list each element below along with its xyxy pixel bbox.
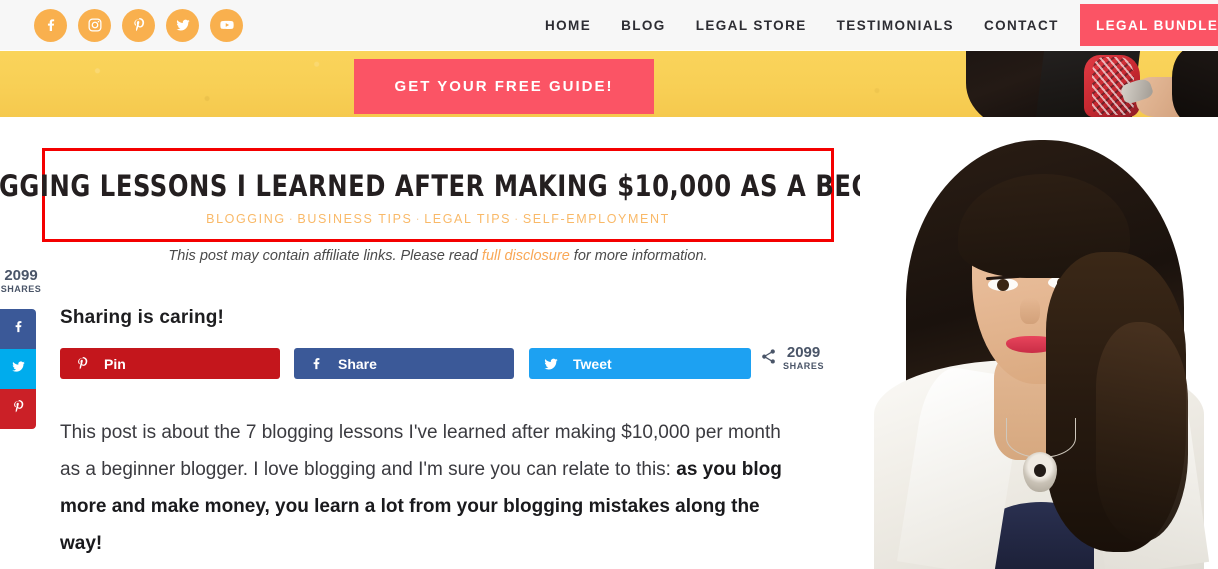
post-body-text-regular: This post is about the 7 blogging lesson…: [60, 422, 781, 480]
pinterest-icon: [11, 399, 26, 419]
post-categories: BLOGGING · BUSINESS TIPS · LEGAL TIPS · SELF-E…: [206, 212, 670, 226]
twitter-icon: [529, 356, 573, 372]
total-share-text: 2099 SHARES: [783, 345, 824, 373]
nav-item-blog[interactable]: BLOG: [606, 18, 681, 33]
primary-nav-links: HOME BLOG LEGAL STORE TESTIMONIALS CONTA…: [530, 0, 1074, 50]
category-separator: ·: [415, 211, 422, 226]
category-link-legal-tips[interactable]: LEGAL TIPS: [424, 212, 511, 226]
category-separator: ·: [514, 211, 520, 226]
portrait-hair-wave-outer: [1096, 322, 1188, 542]
tweet-button-label: Tweet: [573, 355, 612, 372]
sharing-heading: Sharing is caring!: [60, 307, 225, 328]
pinterest-icon[interactable]: [122, 8, 155, 42]
disclaimer-text-before: This post may contain affiliate links. P…: [168, 248, 482, 264]
affiliate-disclaimer: This post may contain affiliate links. P…: [42, 248, 834, 264]
share-button-label: Share: [338, 355, 377, 372]
portrait-necklace-pendant: [1023, 452, 1057, 492]
twitter-icon: [11, 359, 26, 379]
portrait-iris-left: [997, 279, 1009, 291]
nav-item-testimonials[interactable]: TESTIMONIALS: [822, 18, 969, 33]
banner-photo: [966, 51, 1218, 117]
pinterest-icon: [60, 356, 104, 371]
category-link-business-tips[interactable]: BUSINESS TIPS: [297, 212, 412, 226]
full-disclosure-link[interactable]: full disclosure: [482, 248, 570, 264]
post-title-highlight-box: 7 BLOGGING LESSONS I LEARNED AFTER MAKIN…: [0, 148, 959, 242]
floating-share-count: 2099 SHARES: [0, 268, 42, 296]
instagram-icon[interactable]: [78, 8, 111, 42]
post-body-paragraph: This post is about the 7 blogging lesson…: [60, 414, 790, 562]
disclaimer-text-after: for more information.: [569, 248, 708, 264]
promo-banner: GET YOUR FREE GUIDE!: [0, 51, 1218, 117]
banner-photo-hair-right: [1172, 51, 1218, 117]
floating-share-count-label: SHARES: [0, 284, 42, 294]
total-share-label: SHARES: [783, 361, 825, 371]
author-portrait-image: [860, 122, 1218, 569]
portrait-nose: [1020, 298, 1040, 324]
facebook-icon: [11, 319, 26, 339]
tweet-button[interactable]: Tweet: [529, 348, 751, 379]
total-share-count: 2099 SHARES: [760, 345, 824, 373]
nav-item-home[interactable]: HOME: [530, 18, 606, 33]
floating-twitter-button[interactable]: [0, 349, 36, 389]
floating-facebook-button[interactable]: [0, 309, 36, 349]
sidebar: [860, 122, 1218, 569]
facebook-icon[interactable]: [34, 8, 67, 42]
floating-pinterest-button[interactable]: [0, 389, 36, 429]
category-separator: ·: [288, 211, 295, 226]
top-navigation-bar: HOME BLOG LEGAL STORE TESTIMONIALS CONTA…: [0, 0, 1218, 50]
nav-item-legal-store[interactable]: LEGAL STORE: [681, 18, 822, 33]
pin-button-label: Pin: [104, 355, 126, 372]
total-share-number: 2099: [786, 344, 821, 361]
pin-button[interactable]: Pin: [60, 348, 280, 379]
legal-bundle-button[interactable]: LEGAL BUNDLE: [1080, 4, 1218, 46]
youtube-icon[interactable]: [210, 8, 243, 42]
category-link-blogging[interactable]: BLOGGING: [206, 212, 285, 226]
share-network-icon: [760, 348, 777, 370]
page-title: 7 BLOGGING LESSONS I LEARNED AFTER MAKIN…: [0, 168, 960, 203]
social-links: [34, 8, 243, 42]
get-free-guide-button[interactable]: GET YOUR FREE GUIDE!: [354, 59, 654, 114]
share-button[interactable]: Share: [294, 348, 514, 379]
floating-share-bar: [0, 309, 36, 429]
category-link-self-employment[interactable]: SELF-EMPLOYMENT: [523, 212, 670, 226]
floating-share-count-number: 2099: [4, 267, 38, 284]
nav-item-contact[interactable]: CONTACT: [969, 18, 1074, 33]
page-root: HOME BLOG LEGAL STORE TESTIMONIALS CONTA…: [0, 0, 1218, 569]
facebook-icon: [294, 356, 338, 371]
twitter-icon[interactable]: [166, 8, 199, 42]
